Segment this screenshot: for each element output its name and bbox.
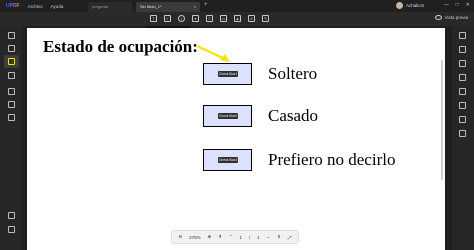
tab-pregunta[interactable]: pregunta — [88, 2, 132, 12]
signature-icon[interactable]: ✎ — [262, 15, 269, 22]
zoom-in-icon[interactable]: ⊕ — [208, 234, 212, 240]
checkbox-field-label: Check Box2 — [218, 113, 238, 119]
share-icon[interactable] — [459, 102, 466, 109]
menu-archivo[interactable]: Archivo — [28, 4, 43, 9]
form-icon[interactable] — [8, 58, 15, 65]
convert-icon[interactable] — [459, 60, 466, 67]
left-sidebar — [0, 26, 22, 250]
option-prefiero-no-decirlo: Prefiero no decirlo — [268, 150, 396, 169]
checkbox-field-3[interactable]: Check Box3 — [203, 149, 252, 171]
pdf-page: Estado de ocupación: Check Box1 Soltero … — [27, 28, 445, 250]
option-casado: Casado — [268, 106, 319, 125]
search-icon[interactable] — [459, 32, 466, 39]
edit-icon[interactable] — [8, 72, 15, 79]
tab-sin-titulo[interactable]: Sin título_1* × — [136, 2, 200, 12]
checkbox-field-1[interactable]: Check Box1 — [203, 63, 252, 85]
organize-icon[interactable] — [8, 88, 15, 95]
text-field-icon[interactable]: T — [150, 15, 157, 22]
prev-page-icon[interactable]: ⌃ — [229, 234, 233, 240]
close-window-button[interactable]: ✕ — [466, 2, 470, 8]
current-page[interactable]: 1 — [240, 235, 243, 240]
button-icon[interactable]: ▭ — [220, 15, 227, 22]
arrow-annotation — [196, 45, 230, 62]
tab-label: pregunta — [92, 4, 108, 9]
tools-icon[interactable] — [8, 101, 15, 108]
form-field-tools: T ✓ • ▾ ≡ ▭ ▲ # ✎ — [150, 15, 269, 22]
fit-page-icon[interactable]: ⤢ — [288, 235, 292, 240]
last-page-icon[interactable]: ⇟ — [277, 234, 281, 240]
eye-icon — [434, 15, 442, 20]
list-box-icon[interactable]: ≡ — [206, 15, 213, 22]
protect-file-icon[interactable] — [459, 88, 466, 95]
new-tab-button[interactable]: + — [204, 2, 208, 8]
minimize-button[interactable]: — — [444, 2, 449, 8]
checkbox-field-label: Check Box3 — [218, 157, 238, 163]
checkbox-field-label: Check Box1 — [218, 71, 238, 77]
avatar — [396, 2, 403, 9]
layers-icon[interactable] — [8, 212, 15, 219]
thumbnails-icon[interactable] — [8, 32, 15, 39]
form-toolbar: T ✓ • ▾ ≡ ▭ ▲ # ✎ Vista previa — [0, 12, 474, 26]
window-controls: — □ ✕ — [444, 2, 470, 8]
image-icon[interactable]: ▲ — [234, 15, 241, 22]
view-mode[interactable]: Vista previa — [434, 15, 468, 20]
date-icon[interactable]: # — [248, 15, 255, 22]
zoom-out-icon[interactable]: ⊖ — [178, 234, 182, 240]
comment-icon[interactable] — [8, 45, 15, 52]
bookmark-icon[interactable] — [8, 226, 15, 233]
user-account[interactable]: Achalicm — [396, 2, 424, 9]
save-icon[interactable] — [459, 130, 466, 137]
next-page-icon[interactable]: ⌄ — [267, 234, 271, 240]
zoom-level[interactable]: 275% — [189, 235, 201, 240]
page-navigation-bar: ⊖ 275% ⊕ ⇞ ⌃ 1 / 1 ⌄ ⇟ ⤢ — [171, 230, 299, 244]
email-icon[interactable] — [459, 116, 466, 123]
total-pages: 1 — [257, 234, 260, 240]
first-page-icon[interactable]: ⇞ — [218, 234, 222, 240]
page-separator: / — [248, 234, 251, 240]
view-mode-label: Vista previa — [444, 15, 468, 20]
menu-ayuda[interactable]: Ayuda — [51, 4, 64, 9]
right-sidebar — [452, 26, 474, 250]
ocr-icon[interactable] — [459, 46, 466, 53]
checkbox-icon[interactable]: ✓ — [164, 15, 171, 22]
checkbox-field-2[interactable]: Check Box2 — [203, 105, 252, 127]
app-logo: UPDF — [6, 3, 20, 9]
dropdown-icon[interactable]: ▾ — [192, 15, 199, 22]
radio-button-icon[interactable]: • — [178, 15, 185, 22]
option-soltero: Soltero — [268, 64, 318, 83]
close-tab-icon[interactable]: × — [194, 4, 196, 10]
maximize-button[interactable]: □ — [456, 2, 459, 8]
vertical-scrollbar[interactable] — [441, 60, 443, 180]
main-menu: Archivo Ayuda — [28, 4, 64, 9]
user-name: Achalicm — [406, 3, 425, 8]
app-window: UPDF Archivo Ayuda pregunta Sin título_1… — [0, 0, 474, 250]
compress-icon[interactable] — [459, 74, 466, 81]
protect-icon[interactable] — [8, 114, 15, 121]
tab-label: Sin título_1* — [140, 4, 162, 9]
